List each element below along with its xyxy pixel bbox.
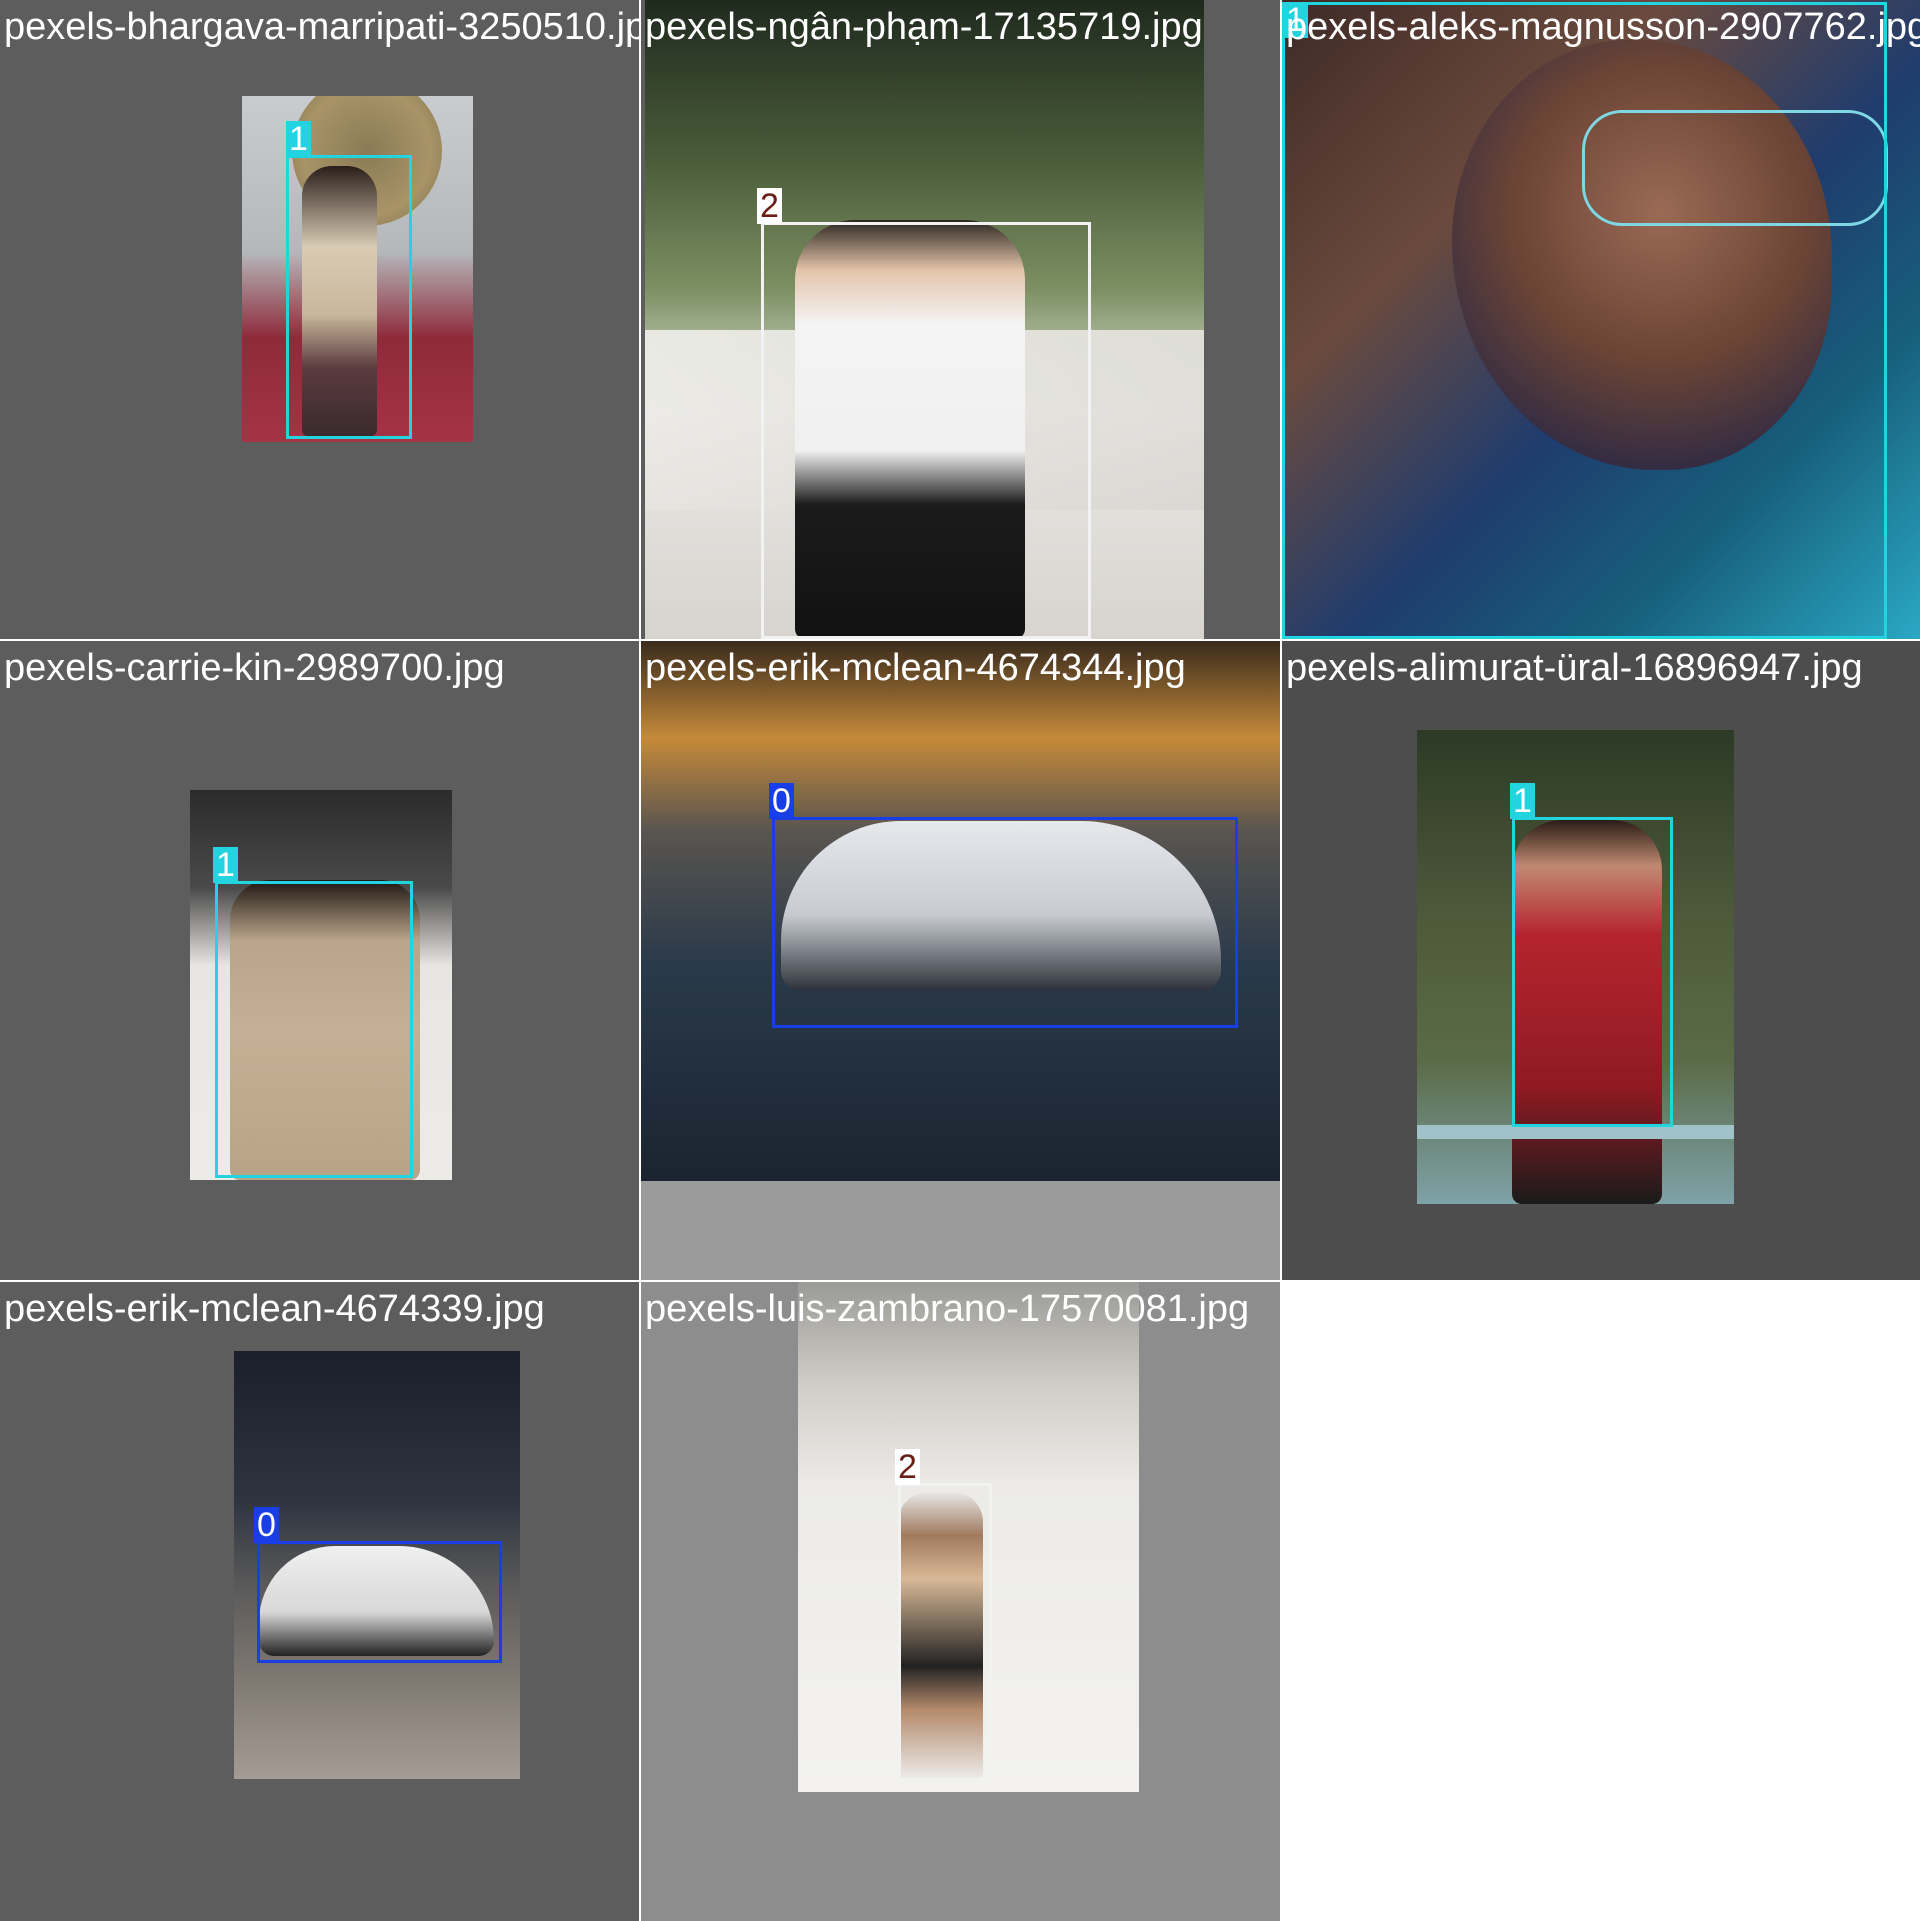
detection-box <box>215 881 413 1178</box>
class-tag: 0 <box>769 783 794 819</box>
class-tag: 1 <box>1510 783 1535 819</box>
filename-label: pexels-carrie-kin-2989700.jpg <box>4 647 505 689</box>
image-tile-3[interactable]: pexels-aleks-magnusson-2907762.jpg 1 <box>1282 0 1920 639</box>
image-tile-6[interactable]: pexels-alimurat-üral-16896947.jpg 1 <box>1282 641 1920 1280</box>
image-tile-8[interactable]: pexels-luis-zambrano-17570081.jpg 2 <box>641 1282 1280 1921</box>
filename-label: pexels-erik-mclean-4674344.jpg <box>645 647 1186 689</box>
filename-label: pexels-bhargava-marripati-3250510.jpg <box>4 6 639 48</box>
class-tag: 1 <box>286 121 311 157</box>
image-tile-4[interactable]: pexels-carrie-kin-2989700.jpg 1 <box>0 641 639 1280</box>
class-tag: 2 <box>895 1449 920 1485</box>
class-tag: 2 <box>757 188 782 224</box>
detection-box <box>1282 2 1887 639</box>
detection-box <box>898 1483 992 1781</box>
image-tile-2[interactable]: pexels-ngân-phạm-17135719.jpg 2 <box>641 0 1280 639</box>
filename-label: pexels-aleks-magnusson-2907762.jpg <box>1286 6 1920 48</box>
detection-box <box>257 1541 502 1663</box>
image-tile-1[interactable]: pexels-bhargava-marripati-3250510.jpg 1 <box>0 0 639 639</box>
image-tile-7[interactable]: pexels-erik-mclean-4674339.jpg 0 <box>0 1282 639 1921</box>
detection-box <box>286 155 412 439</box>
filename-label: pexels-erik-mclean-4674339.jpg <box>4 1288 545 1330</box>
filename-label: pexels-alimurat-üral-16896947.jpg <box>1286 647 1863 689</box>
image-tile-5[interactable]: pexels-erik-mclean-4674344.jpg 0 <box>641 641 1280 1280</box>
detection-box <box>761 222 1091 639</box>
detection-box <box>1512 817 1673 1127</box>
filename-label: pexels-luis-zambrano-17570081.jpg <box>645 1288 1250 1330</box>
filename-label: pexels-ngân-phạm-17135719.jpg <box>645 6 1203 48</box>
class-tag: 0 <box>254 1507 279 1543</box>
detection-box <box>772 817 1238 1028</box>
railing-shape <box>1417 1125 1734 1139</box>
class-tag: 1 <box>213 847 238 883</box>
